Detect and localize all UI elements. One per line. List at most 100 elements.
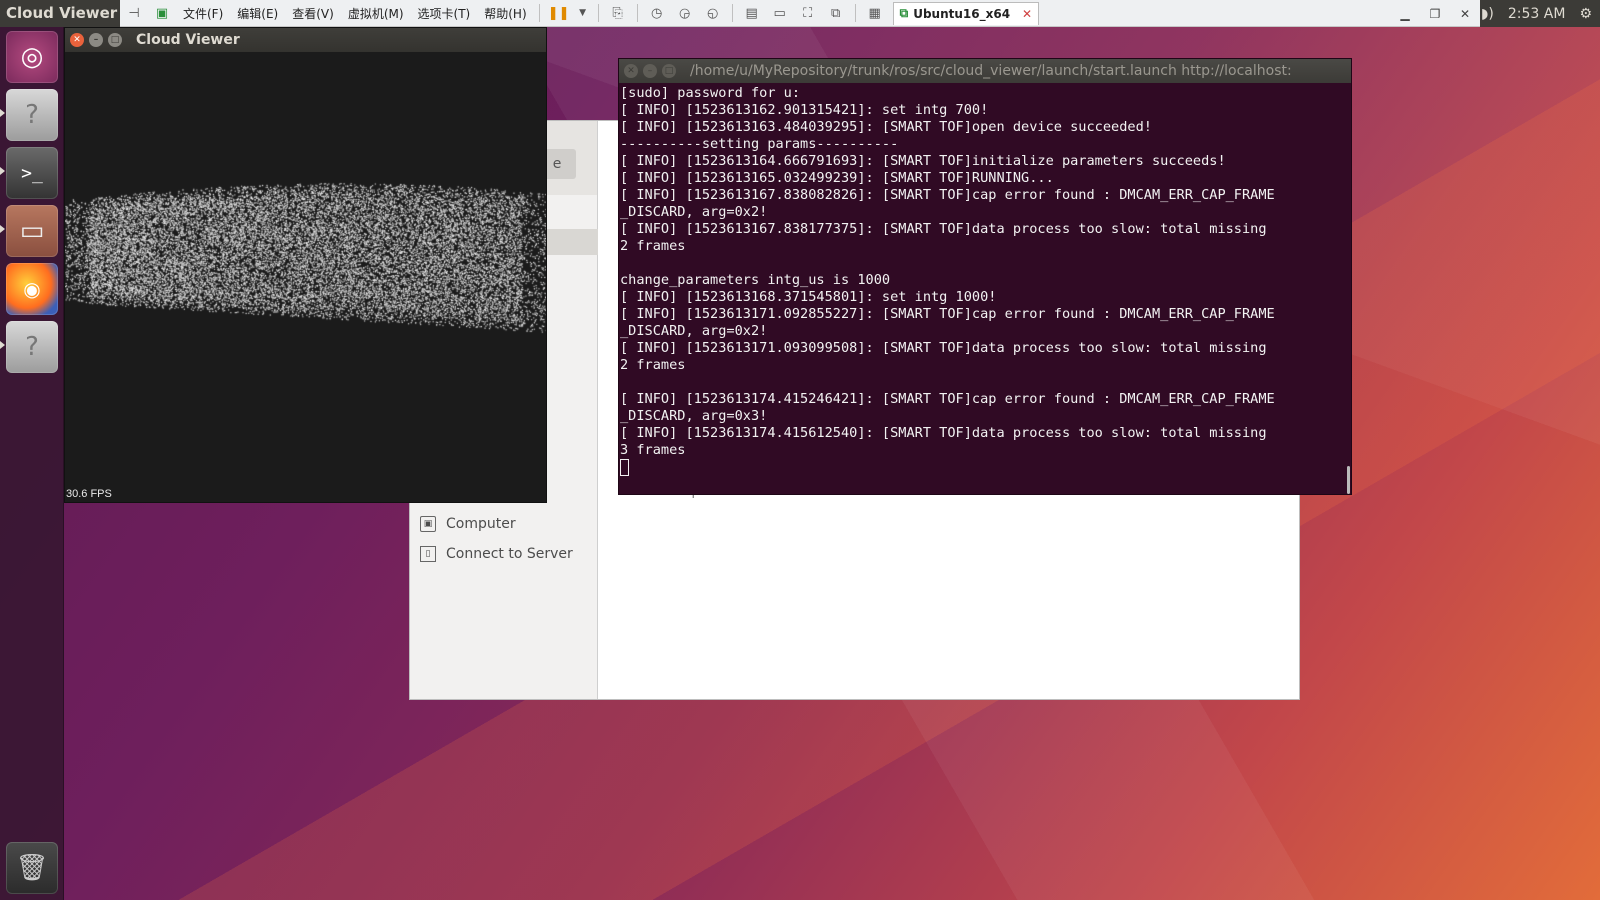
snapshot-manager-icon[interactable]: ◵ [704,5,722,21]
terminal-line [620,459,1351,476]
running-indicator [0,109,5,117]
terminal-line: [sudo] password for u: [620,85,801,101]
unknown-app-icon: ? [25,100,39,130]
maximize-icon[interactable]: □ [662,64,676,78]
vm-tab-icon: ⧉ [899,6,909,20]
firefox-icon: ◉ [23,277,41,301]
launcher-firefox[interactable]: ◉ [6,263,58,315]
snapshot-icon[interactable]: ◷ [648,5,666,21]
toolbar-divider [731,4,733,22]
clock[interactable]: 2:53 AM [1508,6,1566,22]
server-icon: ▯ [420,546,436,562]
terminal-line: _DISCARD, arg=0x3! [620,408,768,424]
terminal-title: /home/u/MyRepository/trunk/ros/src/cloud… [690,63,1292,79]
terminal-line: [ INFO] [1523613163.484039295]: [SMART T… [620,119,1152,135]
toolbar-divider [538,4,540,22]
terminal-line: [ INFO] [1523613167.838082826]: [SMART T… [620,187,1275,203]
vm-toolbar: ⊣ ▣ 文件(F) 编辑(E) 查看(V) 虚拟机(M) 选项卡(T) 帮助(H… [120,0,1480,27]
trash-icon: 🗑 [15,853,49,883]
point-cloud-canvas[interactable] [65,52,546,502]
terminal-line: 2 frames [620,238,686,254]
terminal-line: [ INFO] [1523613165.032499239]: [SMART T… [620,170,1054,186]
terminal-line: ----------setting params---------- [620,136,899,152]
maximize-icon[interactable]: □ [108,33,122,47]
minimize-icon[interactable]: ▁ [1390,7,1420,21]
launcher-files[interactable]: ▭ [6,205,58,257]
terminal-line: [ INFO] [1523613171.093099508]: [SMART T… [620,340,1267,356]
terminal-line: [ INFO] [1523613164.666791693]: [SMART T… [620,153,1226,169]
minimize-icon[interactable]: – [89,33,103,47]
window-controls: ▁ ❐ ✕ [1390,0,1480,27]
terminal-line: _DISCARD, arg=0x2! [620,204,768,220]
sidebar-toggle-icon[interactable]: ▤ [743,5,761,21]
terminal-line: [ INFO] [1523613167.838177375]: [SMART T… [620,221,1267,237]
running-indicator [0,341,5,349]
terminal-icon: >_ [21,162,43,184]
gear-icon[interactable]: ⚙ [1579,6,1592,22]
terminal-cursor [620,459,629,476]
minimize-icon[interactable]: – [643,64,657,78]
launcher-terminal[interactable]: >_ [6,147,58,199]
restore-icon[interactable]: ❐ [1420,7,1450,21]
launcher-trash[interactable]: 🗑 [6,842,58,894]
terminal-line: 3 frames [620,442,686,458]
terminal-line: [ INFO] [1523613174.415246421]: [SMART T… [620,391,1275,407]
close-icon[interactable]: ✕ [70,33,84,47]
running-indicator [0,225,5,233]
fullscreen-icon[interactable]: ⛶ [799,5,817,21]
menu-edit[interactable]: 编辑(E) [230,5,285,22]
terminal-line: [ INFO] [1523613171.092855227]: [SMART T… [620,306,1275,322]
pause-icon[interactable]: ❚❚ [548,5,570,21]
thumbnail-bar-icon[interactable]: ▭ [771,5,789,21]
sidebar-item-label: Computer [446,516,516,532]
close-icon[interactable]: ✕ [1022,7,1032,21]
top-panel: Cloud Viewer ⊣ ▣ 文件(F) 编辑(E) 查看(V) 虚拟机(M… [0,0,1600,27]
vm-console-icon[interactable]: ▣ [153,5,171,21]
send-keys-icon[interactable]: ⎘ [609,5,627,21]
menu-view[interactable]: 查看(V) [285,5,341,22]
volume-icon[interactable]: ◗) [1481,6,1494,22]
menu-vm[interactable]: 虚拟机(M) [341,5,411,22]
terminal-line: 2 frames [620,357,686,373]
tab-ubuntu16-x64[interactable]: ⧉ Ubuntu16_x64 ✕ [892,1,1040,25]
terminal-line: [ INFO] [1523613162.901315421]: set intg… [620,102,989,118]
sidebar-item-label: Connect to Server [446,546,573,562]
terminal-line: [ INFO] [1523613168.371545801]: set intg… [620,289,997,305]
toolbar-divider [597,4,599,22]
terminal-titlebar[interactable]: ✕ – □ /home/u/MyRepository/trunk/ros/src… [619,59,1351,83]
system-indicators: ◗) 2:53 AM ⚙ [1475,0,1600,27]
launcher-unknown-app-2[interactable]: ? [6,321,58,373]
chevron-down-icon[interactable]: ▼ [578,5,588,21]
menu-tabs[interactable]: 选项卡(T) [411,5,478,22]
file-manager-icon: ▭ [19,216,45,246]
pin-icon[interactable]: ⊣ [125,5,143,21]
close-icon[interactable]: ✕ [624,64,638,78]
launcher-dash[interactable]: ◎ [6,31,58,83]
terminal-output[interactable]: [sudo] password for u:[ INFO] [152361316… [619,83,1351,476]
sidebar-item-computer[interactable]: ▣ Computer [420,516,516,532]
running-indicator [0,167,5,175]
terminal-line: change_parameters intg_us is 1000 [620,272,891,288]
cloud-viewer-titlebar[interactable]: ✕ – □ Cloud Viewer [65,28,546,52]
cloud-viewer-window[interactable]: ✕ – □ Cloud Viewer 30.6 FPS [64,27,547,503]
ubuntu-dash-icon: ◎ [20,42,44,72]
fps-counter: 30.6 FPS [66,488,112,500]
sidebar-item-connect-to-server[interactable]: ▯ Connect to Server [420,546,573,562]
terminal-line: _DISCARD, arg=0x2! [620,323,768,339]
terminal-scrollbar[interactable] [1347,466,1350,494]
library-icon[interactable]: ▦ [866,5,884,21]
menu-file[interactable]: 文件(F) [176,5,230,22]
unity-launcher: ◎ ? >_ ▭ ◉ ? 🗑 [0,27,64,900]
cloud-viewer-title: Cloud Viewer [136,32,240,48]
computer-icon: ▣ [420,516,436,532]
toolbar-divider [854,4,856,22]
terminal-window[interactable]: ✕ – □ /home/u/MyRepository/trunk/ros/src… [618,58,1352,495]
revert-snapshot-icon[interactable]: ◶ [676,5,694,21]
unity-mode-icon[interactable]: ⧉ [827,5,845,21]
active-app-title: Cloud Viewer [6,4,118,22]
terminal-line: [ INFO] [1523613174.415612540]: [SMART T… [620,425,1267,441]
menu-help[interactable]: 帮助(H) [477,5,533,22]
launcher-unknown-app[interactable]: ? [6,89,58,141]
